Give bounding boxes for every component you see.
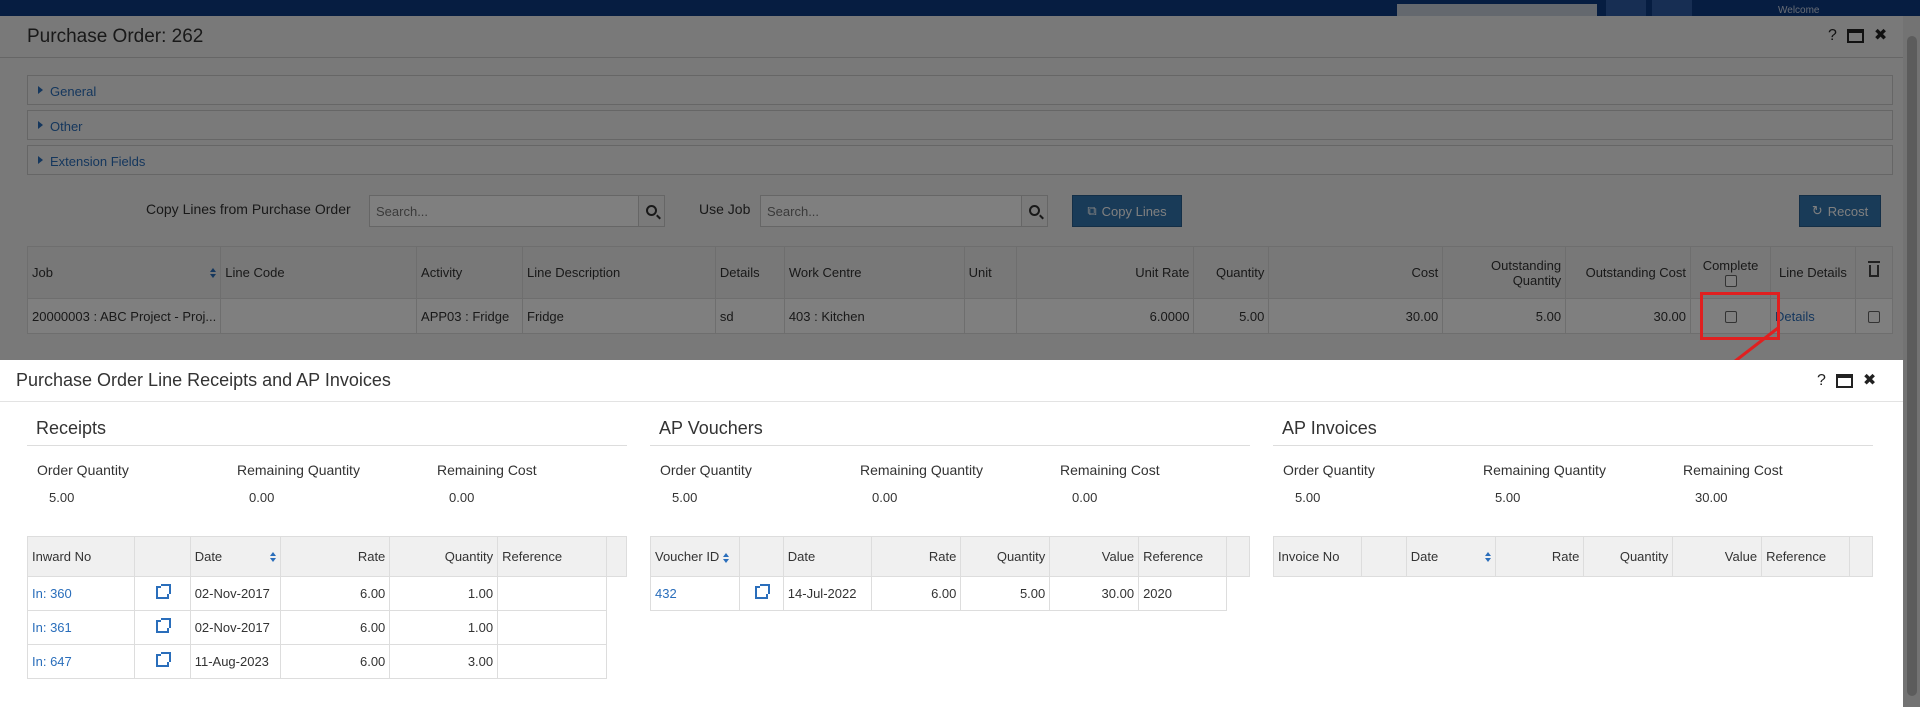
receipts-invoices-dialog: Purchase Order Line Receipts and AP Invo… xyxy=(0,360,1903,707)
remaining-qty-value: 5.00 xyxy=(1495,490,1521,505)
cell-quantity: 5.00 xyxy=(960,576,1051,611)
cell-rate: 6.00 xyxy=(279,644,391,679)
remaining-cost-label: Remaining Cost xyxy=(437,462,537,478)
order-qty-label: Order Quantity xyxy=(37,462,129,478)
col-value[interactable]: Value xyxy=(1049,536,1140,577)
invoices-table: Invoice No Date Rate Quantity Value Refe… xyxy=(1273,536,1873,577)
ap-vouchers-heading: AP Vouchers xyxy=(650,418,1250,446)
col-quantity[interactable]: Quantity xyxy=(389,536,499,577)
cell-date: 02-Nov-2017 xyxy=(189,610,281,645)
remaining-cost-value: 30.00 xyxy=(1695,490,1728,505)
remaining-qty-label: Remaining Quantity xyxy=(237,462,360,478)
order-qty-label: Order Quantity xyxy=(1283,462,1375,478)
col-date[interactable]: Date xyxy=(189,536,281,577)
inward-link[interactable]: In: 647 xyxy=(32,654,72,669)
cell-reference xyxy=(497,610,607,645)
remaining-cost-value: 0.00 xyxy=(1072,490,1098,505)
cell-reference xyxy=(497,644,607,679)
col-link xyxy=(1360,536,1407,577)
window-icon[interactable] xyxy=(1835,374,1853,388)
col-filler xyxy=(606,536,627,577)
cell-quantity: 3.00 xyxy=(389,644,499,679)
order-qty-label: Order Quantity xyxy=(660,462,752,478)
receipts-table: Inward No Date Rate Quantity Reference I… xyxy=(27,536,627,679)
order-qty-value: 5.00 xyxy=(1295,490,1321,505)
cell-date: 14-Jul-2022 xyxy=(782,576,872,611)
col-quantity[interactable]: Quantity xyxy=(1583,536,1674,577)
receipts-section: Receipts Order Quantity 5.00 Remaining Qu… xyxy=(27,418,627,679)
col-date[interactable]: Date xyxy=(1405,536,1496,577)
col-reference[interactable]: Reference xyxy=(1138,536,1227,577)
col-inward-no[interactable]: Inward No xyxy=(27,536,135,577)
remaining-cost-label: Remaining Cost xyxy=(1060,462,1160,478)
dialog-title: Purchase Order Line Receipts and AP Invo… xyxy=(16,370,391,390)
sort-icon xyxy=(269,552,276,562)
remaining-qty-value: 0.00 xyxy=(249,490,275,505)
col-invoice-no[interactable]: Invoice No xyxy=(1273,536,1362,577)
col-link xyxy=(738,536,784,577)
cell-quantity: 1.00 xyxy=(389,610,499,645)
col-reference[interactable]: Reference xyxy=(497,536,607,577)
ap-invoices-section: AP Invoices Order Quantity 5.00 Remaining… xyxy=(1273,418,1873,577)
external-link-icon[interactable] xyxy=(754,583,770,599)
cell-rate: 6.00 xyxy=(279,576,391,611)
receipts-heading: Receipts xyxy=(27,418,627,446)
ap-invoices-heading: AP Invoices xyxy=(1273,418,1873,446)
col-filler xyxy=(1226,536,1250,577)
cell-rate: 6.00 xyxy=(279,610,391,645)
invoices-summary: Order Quantity 5.00 Remaining Quantity 5.0… xyxy=(1273,462,1873,505)
receipts-summary: Order Quantity 5.00 Remaining Quantity 0.0… xyxy=(27,462,627,505)
cell-rate: 6.00 xyxy=(870,576,962,611)
cell-reference xyxy=(497,576,607,611)
remaining-qty-label: Remaining Quantity xyxy=(1483,462,1606,478)
vouchers-table: Voucher ID Date Rate Quantity Value Refe… xyxy=(650,536,1250,611)
inward-link[interactable]: In: 360 xyxy=(32,586,72,601)
col-filler xyxy=(1849,536,1873,577)
cell-value: 30.00 xyxy=(1049,576,1140,611)
vouchers-summary: Order Quantity 5.00 Remaining Quantity 0.0… xyxy=(650,462,1250,505)
col-rate[interactable]: Rate xyxy=(279,536,391,577)
external-link-icon[interactable] xyxy=(155,583,171,599)
voucher-link[interactable]: 432 xyxy=(655,586,677,601)
col-reference[interactable]: Reference xyxy=(1761,536,1850,577)
external-link-icon[interactable] xyxy=(155,617,171,633)
order-qty-value: 5.00 xyxy=(672,490,698,505)
col-voucher-id[interactable]: Voucher ID xyxy=(650,536,740,577)
inward-link[interactable]: In: 361 xyxy=(32,620,72,635)
col-value[interactable]: Value xyxy=(1672,536,1763,577)
external-link-icon[interactable] xyxy=(155,651,171,667)
table-row[interactable]: In: 647 11-Aug-2023 6.00 3.00 xyxy=(27,644,627,679)
sort-icon xyxy=(723,552,730,563)
inner-titlebar: Purchase Order Line Receipts and AP Invo… xyxy=(0,360,1903,402)
remaining-qty-value: 0.00 xyxy=(872,490,898,505)
cell-quantity: 1.00 xyxy=(389,576,499,611)
table-row[interactable]: 432 14-Jul-2022 6.00 5.00 30.00 2020 xyxy=(650,576,1250,611)
col-rate[interactable]: Rate xyxy=(870,536,962,577)
remaining-cost-value: 0.00 xyxy=(449,490,475,505)
col-quantity[interactable]: Quantity xyxy=(960,536,1051,577)
col-rate[interactable]: Rate xyxy=(1494,536,1585,577)
cell-date: 11-Aug-2023 xyxy=(189,644,281,679)
table-row[interactable]: In: 360 02-Nov-2017 6.00 1.00 xyxy=(27,576,627,611)
remaining-qty-label: Remaining Quantity xyxy=(860,462,983,478)
col-link xyxy=(133,536,191,577)
col-date[interactable]: Date xyxy=(782,536,872,577)
cell-reference: 2020 xyxy=(1138,576,1227,611)
ap-vouchers-section: AP Vouchers Order Quantity 5.00 Remaining… xyxy=(650,418,1250,611)
help-icon[interactable]: ? xyxy=(1817,373,1826,389)
sort-icon xyxy=(1484,552,1491,562)
remaining-cost-label: Remaining Cost xyxy=(1683,462,1783,478)
close-icon[interactable]: ✖ xyxy=(1863,373,1876,389)
cell-date: 02-Nov-2017 xyxy=(189,576,281,611)
order-qty-value: 5.00 xyxy=(49,490,75,505)
table-row[interactable]: In: 361 02-Nov-2017 6.00 1.00 xyxy=(27,610,627,645)
inner-title-actions: ? ✖ xyxy=(1817,373,1876,389)
